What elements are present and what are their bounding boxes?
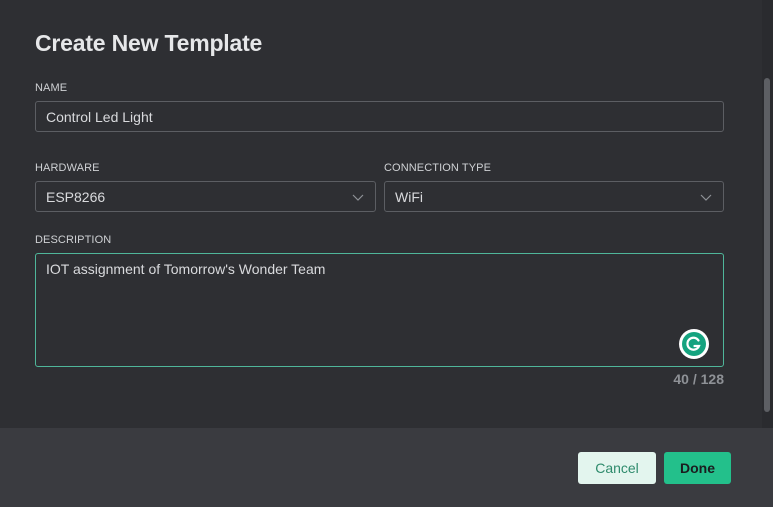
done-button[interactable]: Done <box>664 452 731 484</box>
name-input[interactable]: Control Led Light <box>35 101 724 132</box>
name-input-value: Control Led Light <box>46 108 153 125</box>
connection-type-select-value: WiFi <box>395 188 423 205</box>
description-textarea[interactable]: IOT assignment of Tomorrow's Wonder Team <box>35 253 724 367</box>
scrollbar-thumb[interactable] <box>764 78 770 412</box>
dialog-body: Create New Template NAME Control Led Lig… <box>0 0 773 428</box>
hardware-select[interactable]: ESP8266 <box>35 181 376 212</box>
hardware-select-value: ESP8266 <box>46 188 106 205</box>
chevron-down-icon <box>352 194 364 201</box>
cancel-button[interactable]: Cancel <box>578 452 656 484</box>
connection-type-label: CONNECTION TYPE <box>384 162 492 174</box>
hardware-label: HARDWARE <box>35 162 100 174</box>
description-char-counter: 40 / 128 <box>673 371 724 387</box>
dialog-title: Create New Template <box>35 30 263 56</box>
description-value: IOT assignment of Tomorrow's Wonder Team <box>46 261 326 277</box>
grammarly-icon[interactable] <box>679 329 709 359</box>
connection-type-select[interactable]: WiFi <box>384 181 724 212</box>
chevron-down-icon <box>700 194 712 201</box>
create-template-dialog: Create New Template NAME Control Led Lig… <box>0 0 773 507</box>
dialog-footer <box>0 428 773 507</box>
grammarly-badge-icon <box>682 332 706 356</box>
name-label: NAME <box>35 82 68 94</box>
description-label: DESCRIPTION <box>35 234 112 246</box>
